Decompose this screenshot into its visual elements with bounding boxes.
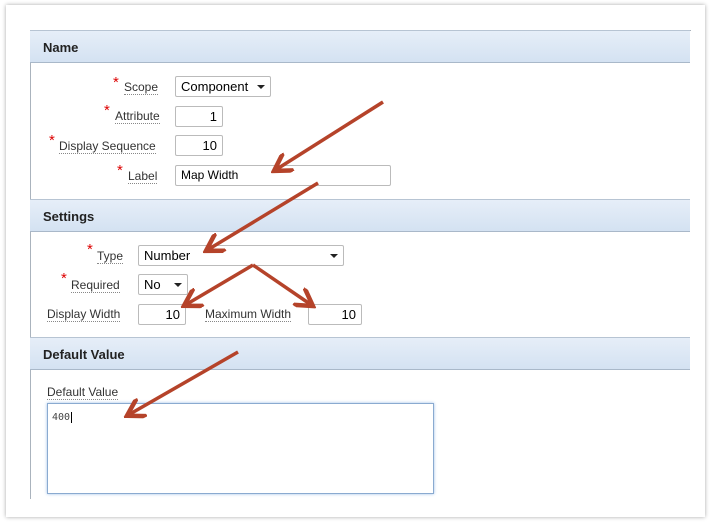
- arrow-to-label: [277, 100, 384, 169]
- arrow-to-default-value: [130, 350, 239, 414]
- arrow-to-display-width: [187, 263, 254, 304]
- arrow-to-type: [209, 181, 319, 249]
- annotation-arrows: [0, 100, 384, 525]
- arrow-to-maximum-width: [252, 263, 310, 304]
